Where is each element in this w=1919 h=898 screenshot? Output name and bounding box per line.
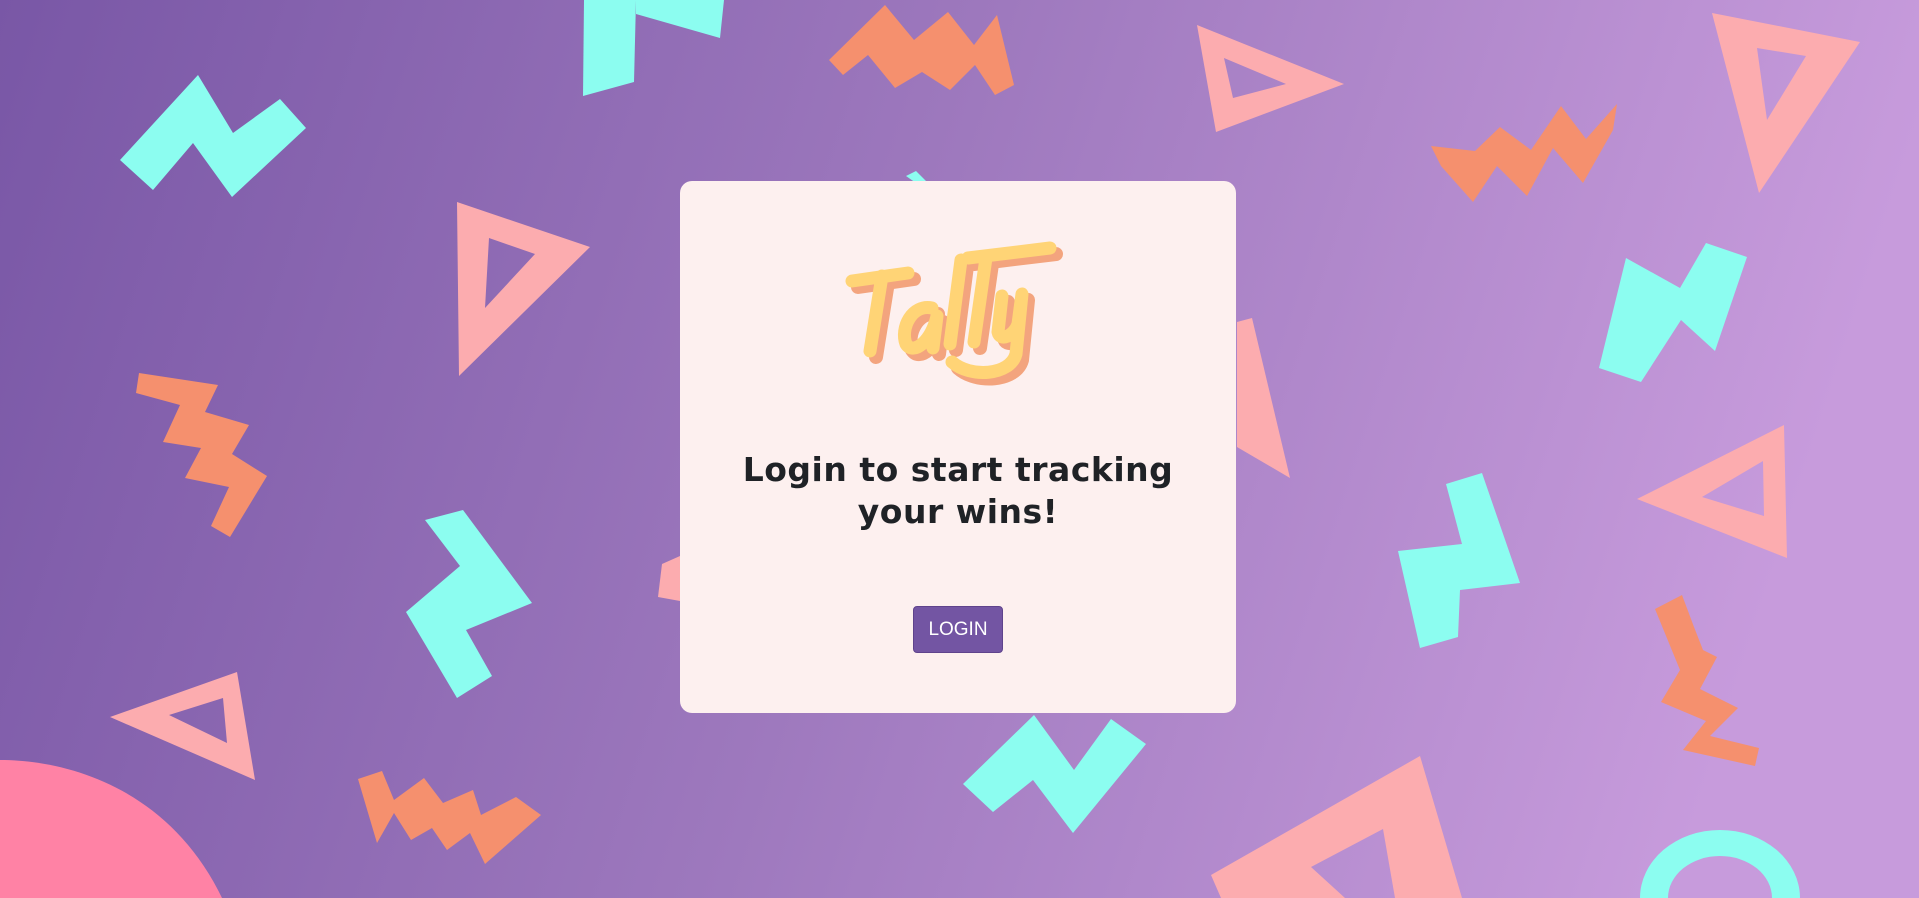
headline-line-1: Login to start tracking — [742, 450, 1174, 489]
headline-line-2: your wins! — [857, 492, 1059, 531]
tally-logo — [840, 236, 1080, 386]
login-card: Login to start tracking your wins! LOGIN — [680, 181, 1236, 713]
login-button[interactable]: LOGIN — [913, 606, 1003, 653]
login-headline: Login to start tracking your wins! — [680, 449, 1236, 533]
